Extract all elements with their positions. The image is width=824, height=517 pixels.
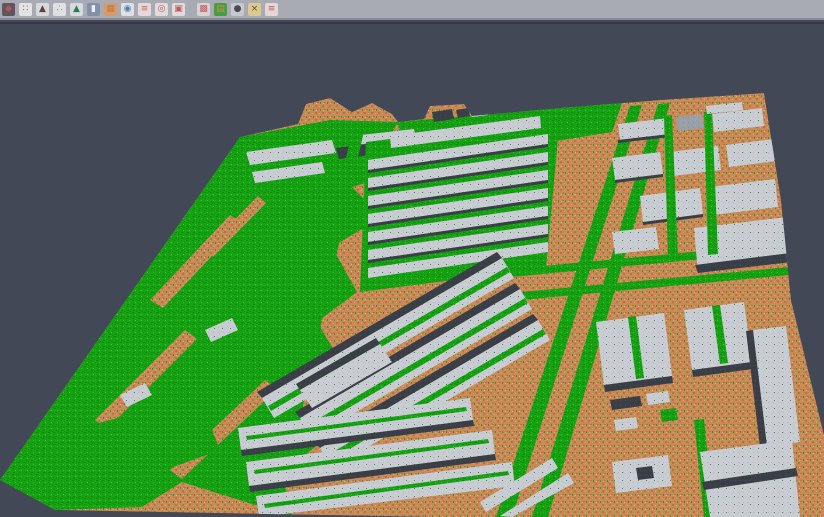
toolbar: ◆ ∷ ▲ ∴ ▲ ▮ ▦ ◉ ≡ ◎ ▣ ▩ ▤ ● × ≡ bbox=[0, 0, 824, 20]
import-cloud-icon[interactable]: ◆ bbox=[2, 3, 15, 16]
camera-icon[interactable]: ● bbox=[231, 3, 244, 16]
attribute-table-icon[interactable]: ≡ bbox=[138, 3, 151, 16]
application-window: { "toolbar": { "background": "#a9abb4", … bbox=[0, 0, 824, 517]
scatter-points-icon[interactable]: ∴ bbox=[53, 3, 66, 16]
grid-cells-icon[interactable]: ▩ bbox=[197, 3, 210, 16]
target-circle-icon[interactable]: ◎ bbox=[155, 3, 168, 16]
toolbar-shadow-line bbox=[0, 22, 824, 24]
clear-markers-icon[interactable]: × bbox=[248, 3, 261, 16]
classification-palette-icon[interactable]: ▤ bbox=[214, 3, 227, 16]
ground-grid-icon[interactable]: ▦ bbox=[104, 3, 117, 16]
selection-bounds-icon[interactable]: ▣ bbox=[172, 3, 185, 16]
mountain-icon[interactable]: ▲ bbox=[36, 3, 49, 16]
align-points-icon[interactable]: ∷ bbox=[19, 3, 32, 16]
measure-list-icon[interactable]: ≡ bbox=[265, 3, 278, 16]
column-filter-icon[interactable]: ▮ bbox=[87, 3, 100, 16]
terrain-icon[interactable]: ▲ bbox=[70, 3, 83, 16]
globe-icon[interactable]: ◉ bbox=[121, 3, 134, 16]
3d-viewport[interactable] bbox=[0, 0, 824, 517]
